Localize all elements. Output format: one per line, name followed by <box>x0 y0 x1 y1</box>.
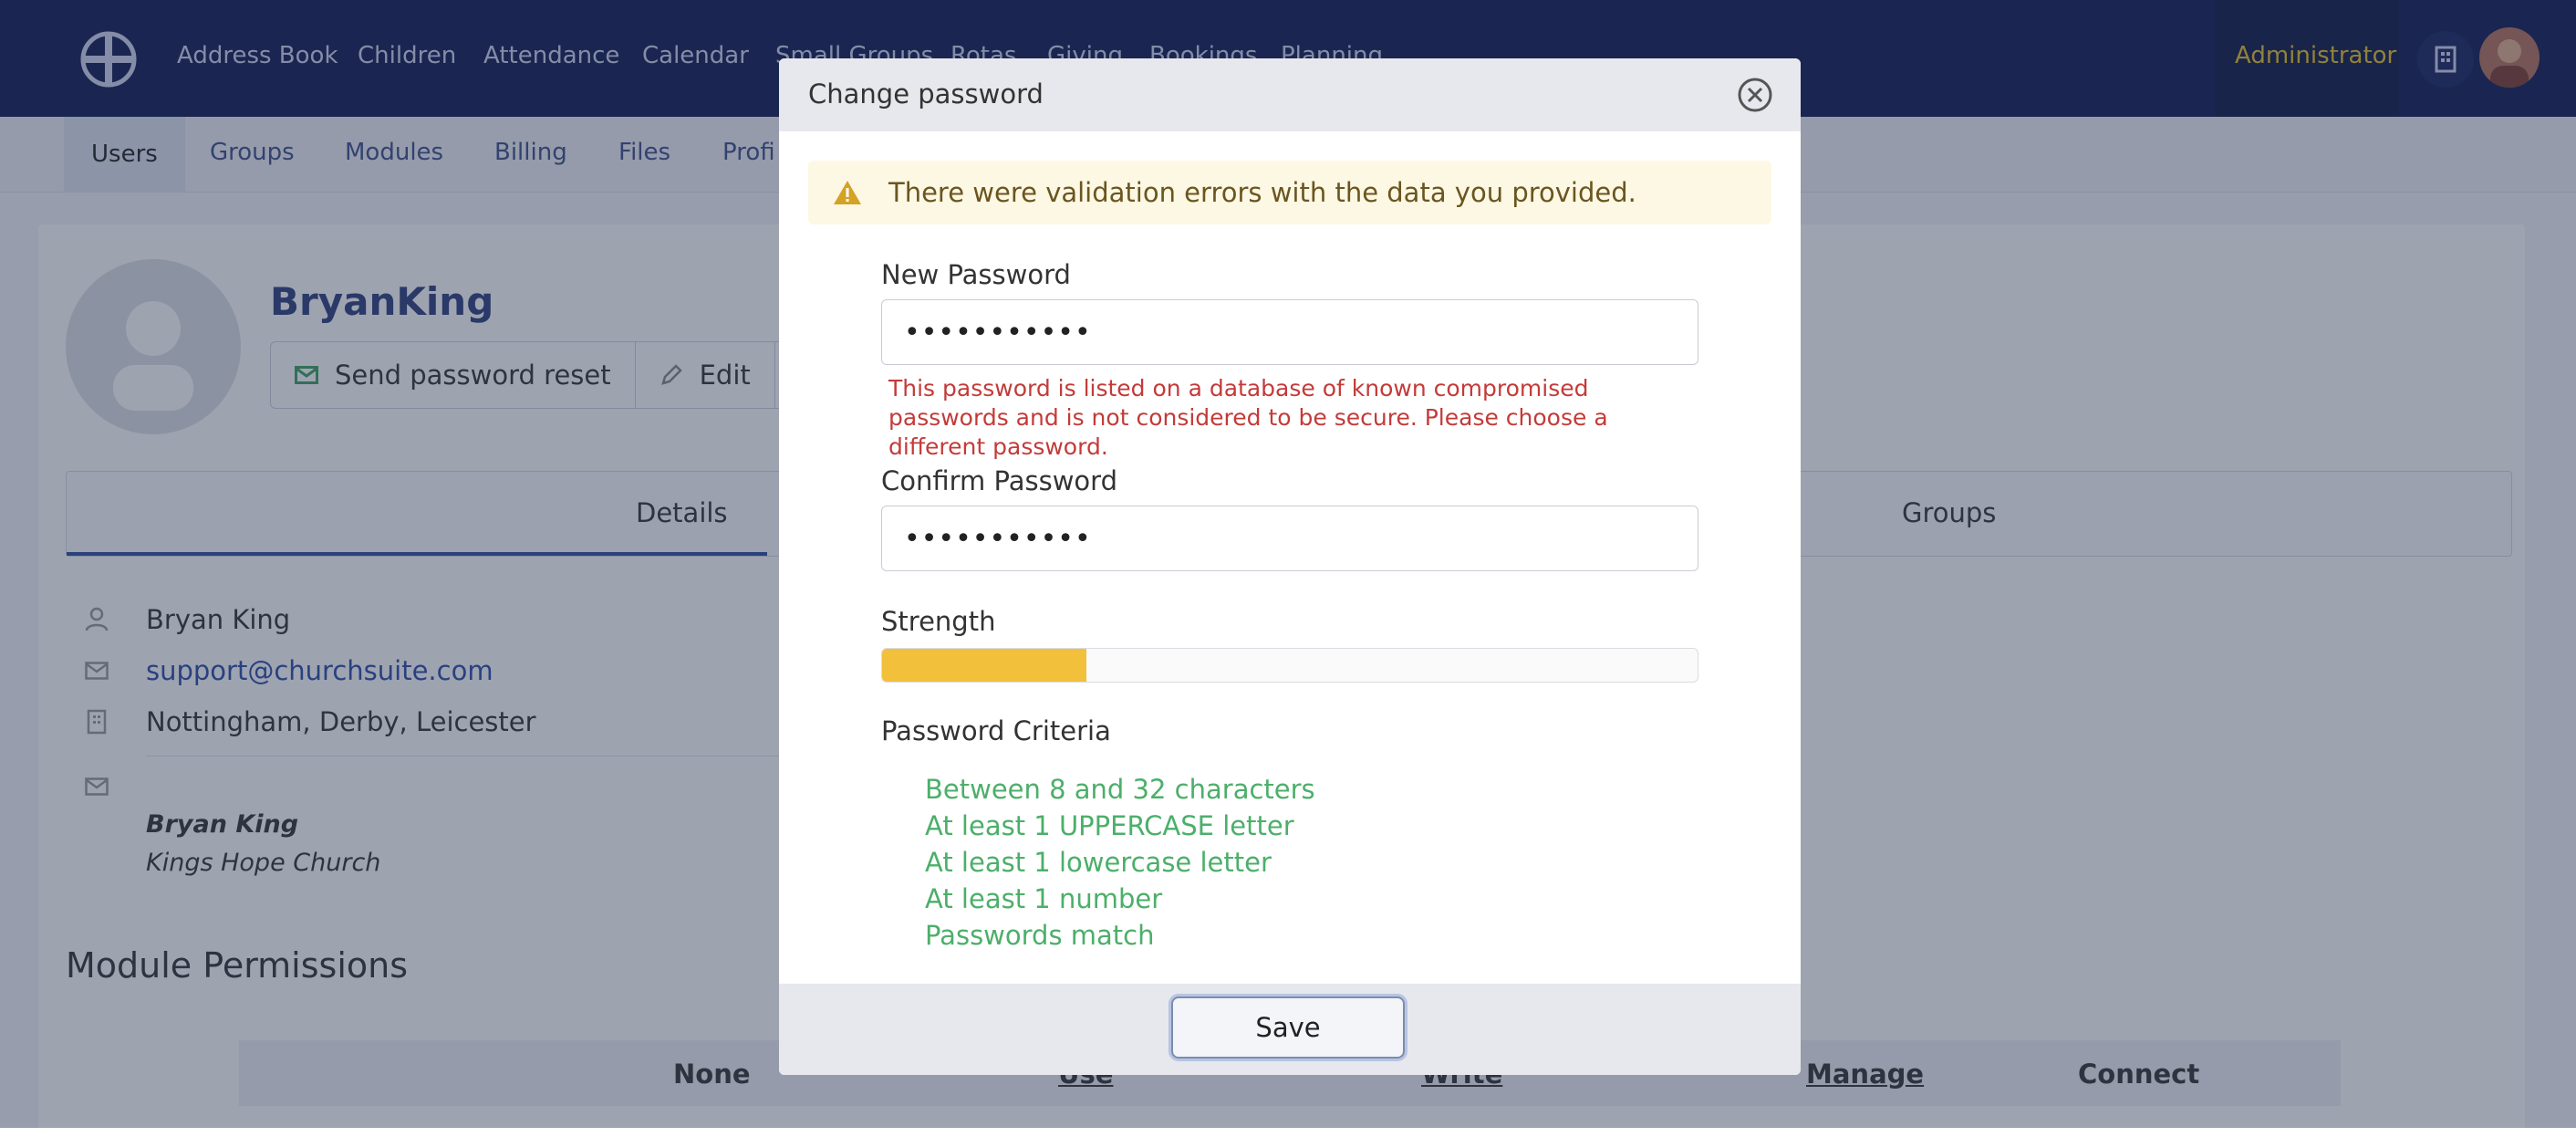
dialog-footer: Save <box>779 984 1801 1075</box>
validation-alert: There were validation errors with the da… <box>808 161 1771 224</box>
dialog-header: Change password <box>779 58 1801 131</box>
warning-icon <box>834 181 861 204</box>
confirm-password-label: Confirm Password <box>881 465 1117 496</box>
criteria-item: Between 8 and 32 characters <box>925 774 1315 805</box>
password-strength-fill <box>882 649 1086 682</box>
save-button[interactable]: Save <box>1171 996 1405 1059</box>
alert-message: There were validation errors with the da… <box>888 177 1636 208</box>
new-password-error: This password is listed on a database of… <box>888 375 1608 460</box>
criteria-item: At least 1 number <box>925 883 1163 914</box>
criteria-item: At least 1 UPPERCASE letter <box>925 810 1294 841</box>
new-password-field[interactable]: ••••••••••• <box>881 299 1698 365</box>
password-strength-meter <box>881 648 1698 683</box>
criteria-item: At least 1 lowercase letter <box>925 847 1272 878</box>
new-password-label: New Password <box>881 259 1071 290</box>
password-criteria-label: Password Criteria <box>881 715 1111 746</box>
dialog-title: Change password <box>808 78 1044 110</box>
new-password-value: ••••••••••• <box>904 317 1092 349</box>
close-icon[interactable] <box>1737 77 1773 113</box>
change-password-dialog: Change password There were validation er… <box>779 58 1801 1075</box>
strength-label: Strength <box>881 606 996 637</box>
confirm-password-field[interactable]: ••••••••••• <box>881 506 1698 571</box>
criteria-item: Passwords match <box>925 920 1155 951</box>
confirm-password-value: ••••••••••• <box>904 523 1092 555</box>
